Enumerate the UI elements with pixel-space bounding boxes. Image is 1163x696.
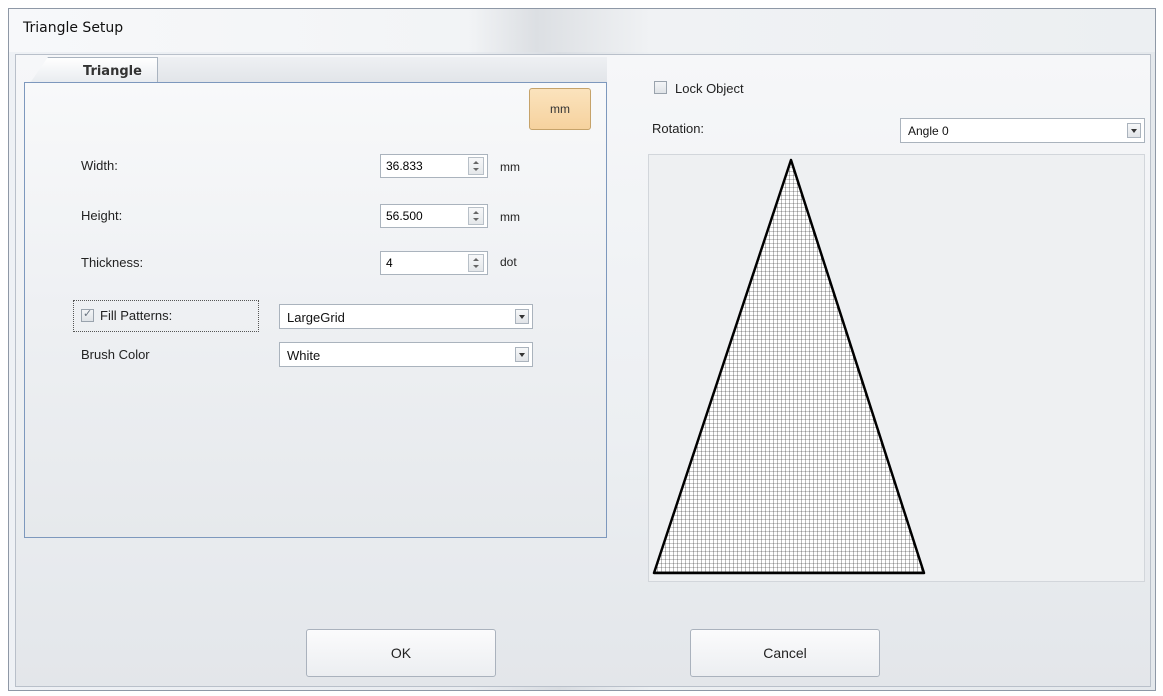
chevron-down-icon[interactable] — [1127, 123, 1141, 138]
fill-patterns-checkbox[interactable] — [81, 307, 94, 322]
lock-object-checkbox[interactable] — [654, 81, 667, 94]
height-spinbox[interactable]: 56.500 — [380, 204, 488, 228]
fill-pattern-value: LargeGrid — [287, 310, 345, 325]
thickness-spinbox[interactable]: 4 — [380, 251, 488, 275]
fill-patterns-checkbox-group[interactable]: Fill Patterns: — [73, 300, 259, 332]
unit-toggle-button[interactable]: mm — [529, 88, 591, 130]
chevron-down-icon[interactable] — [515, 347, 529, 362]
tab-triangle-label: Triangle — [83, 64, 142, 79]
fill-patterns-label: Fill Patterns: — [100, 308, 173, 323]
title-bar: Triangle Setup — [9, 9, 1155, 52]
brush-color-value: White — [287, 348, 321, 363]
shape-preview — [648, 154, 1145, 582]
dialog-body: Triangle mm Width: 36.833 mm Height: 56.… — [15, 54, 1151, 687]
height-unit: mm — [500, 210, 520, 224]
width-label: Width: — [81, 158, 118, 173]
triangle-shape — [652, 158, 926, 575]
rotation-value: Angle 0 — [908, 124, 949, 138]
chevron-down-icon[interactable] — [515, 309, 529, 324]
rotation-label: Rotation: — [652, 121, 705, 136]
height-value: 56.500 — [386, 209, 423, 223]
fill-pattern-select[interactable]: LargeGrid — [279, 304, 533, 329]
window-title: Triangle Setup — [23, 20, 124, 36]
triangle-setup-dialog: Triangle Setup Triangle mm Width: 36.833… — [8, 8, 1156, 691]
rotation-select[interactable]: Angle 0 — [900, 118, 1145, 143]
height-label: Height: — [81, 208, 123, 223]
cancel-button[interactable]: Cancel — [690, 629, 880, 677]
width-value: 36.833 — [386, 159, 423, 173]
ok-button[interactable]: OK — [306, 629, 496, 677]
tab-triangle[interactable]: Triangle — [30, 57, 158, 83]
triangle-preview-drawing — [652, 158, 926, 575]
thickness-value: 4 — [386, 256, 393, 270]
brush-color-select[interactable]: White — [279, 342, 533, 367]
lock-object-label: Lock Object — [675, 81, 744, 96]
brush-color-label: Brush Color — [81, 347, 150, 362]
thickness-spin-arrows-icon[interactable] — [468, 254, 484, 272]
thickness-label: Thickness: — [81, 255, 144, 270]
width-unit: mm — [500, 160, 520, 174]
tab-strip — [158, 57, 607, 82]
width-spin-arrows-icon[interactable] — [468, 157, 484, 175]
width-spinbox[interactable]: 36.833 — [380, 154, 488, 178]
triangle-settings-panel: mm Width: 36.833 mm Height: 56.500 mm Th… — [24, 82, 607, 538]
thickness-unit: dot — [500, 255, 517, 269]
height-spin-arrows-icon[interactable] — [468, 207, 484, 225]
